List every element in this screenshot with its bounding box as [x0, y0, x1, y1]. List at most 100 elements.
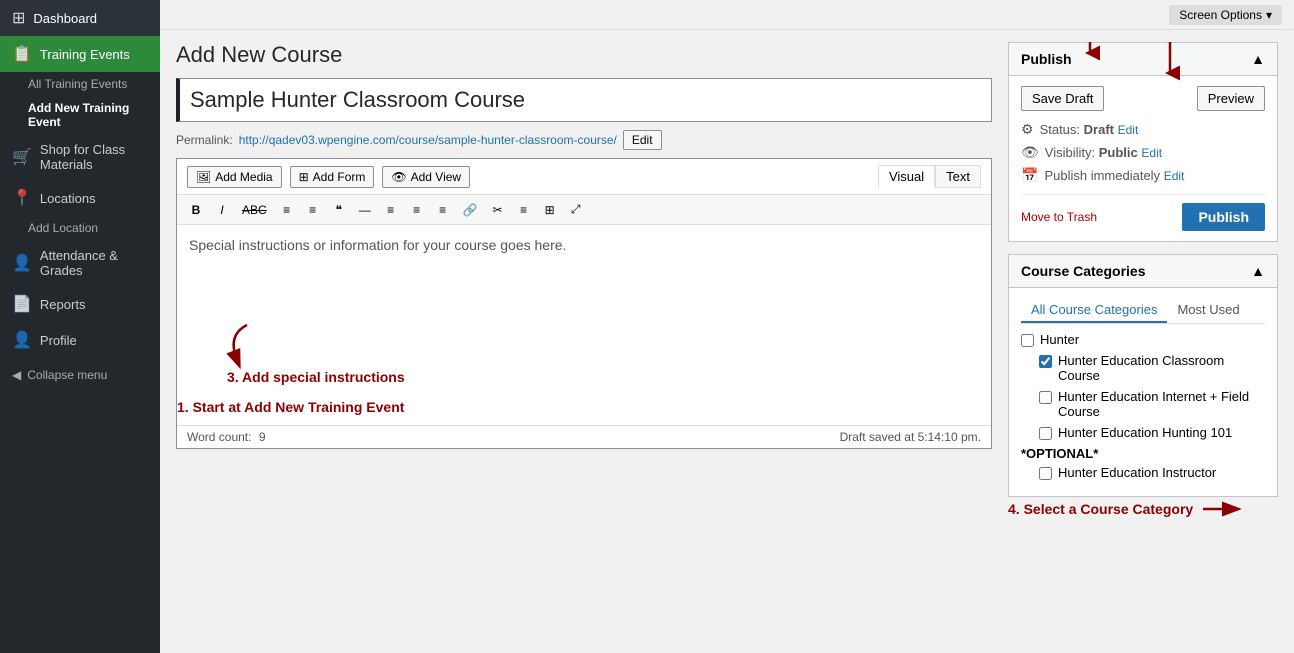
add-view-icon: 👁: [391, 170, 406, 184]
profile-icon: 👤: [12, 330, 32, 350]
blockquote-button[interactable]: ❝: [328, 200, 350, 220]
publish-time-edit-link[interactable]: Edit: [1164, 169, 1185, 183]
sidebar-item-add-new[interactable]: Add New Training Event: [0, 96, 160, 134]
permalink-edit-button[interactable]: Edit: [623, 130, 662, 150]
categories-list: Hunter Hunter Education Classroom Course…: [1021, 332, 1265, 486]
right-panel: 5. Preview 6. Publish: [1008, 42, 1278, 653]
bold-button[interactable]: B: [185, 200, 207, 220]
add-view-button[interactable]: 👁 Add View: [382, 166, 470, 188]
cat-checkbox-classroom[interactable]: [1039, 355, 1052, 368]
dashboard-icon: ⊞: [12, 8, 25, 28]
tab-most-used[interactable]: Most Used: [1167, 298, 1249, 323]
sidebar-item-collapse[interactable]: ◀ Collapse menu: [0, 362, 160, 388]
cat-checkbox-instructor[interactable]: [1039, 467, 1052, 480]
sidebar-label-profile: Profile: [40, 333, 77, 348]
table-button[interactable]: ⊞: [539, 200, 561, 220]
reports-icon: 📄: [12, 294, 32, 314]
attendance-icon: 👤: [12, 253, 32, 273]
page-title: Add New Course: [176, 42, 992, 68]
add-media-label: Add Media: [215, 170, 272, 184]
align-center-button[interactable]: ≡: [406, 200, 428, 220]
editor-header: 🖼 Add Media ⊞ Add Form 👁 Add View Visual…: [177, 159, 991, 195]
visual-text-tabs: Visual Text: [878, 165, 981, 188]
cat-item-internet: Hunter Education Internet + Field Course: [1039, 389, 1265, 419]
course-title-input[interactable]: [180, 79, 991, 121]
add-media-button[interactable]: 🖼 Add Media: [187, 166, 282, 188]
cat-item-hunting101: Hunter Education Hunting 101: [1039, 425, 1265, 440]
word-count-value: 9: [259, 430, 266, 444]
hr-button[interactable]: —: [354, 200, 376, 220]
status-label: Status: Draft Edit: [1040, 122, 1139, 137]
cat-item-instructor: Hunter Education Instructor: [1039, 465, 1265, 480]
sidebar-label-add-location: Add Location: [28, 221, 98, 235]
publish-box-body: Save Draft Preview ⚙ Status: Draft Edit …: [1009, 76, 1277, 241]
toolbar-row: B I ABC ≡ ≡ ❝ — ≡ ≡ ≡ 🔗 ✂ ≡ ⊞ ⤢: [177, 195, 991, 225]
status-edit-link[interactable]: Edit: [1118, 123, 1139, 137]
ul-button[interactable]: ≡: [276, 200, 298, 220]
collapse-publish-icon[interactable]: ▲: [1251, 51, 1265, 67]
cat-checkbox-internet[interactable]: [1039, 391, 1052, 404]
visibility-edit-link[interactable]: Edit: [1141, 146, 1162, 160]
categories-title: Course Categories: [1021, 263, 1145, 279]
annotation-3: 3. Add special instructions: [227, 325, 405, 385]
screen-options-button[interactable]: Screen Options ▾: [1169, 5, 1282, 25]
sidebar-item-all-training-events[interactable]: All Training Events: [0, 72, 160, 96]
tab-visual[interactable]: Visual: [878, 165, 935, 188]
cat-item-hunter: Hunter: [1021, 332, 1265, 347]
cat-tabs: All Course Categories Most Used: [1021, 298, 1265, 324]
publish-box: 5. Preview 6. Publish: [1008, 42, 1278, 242]
visibility-row: 👁 Visibility: Public Edit: [1021, 144, 1265, 161]
cat-label-hunter: Hunter: [1040, 332, 1079, 347]
annotation-1: 1. Start at Add New Training Event: [177, 399, 404, 415]
editor-body[interactable]: Special instructions or information for …: [177, 225, 991, 425]
sidebar: ⊞ Dashboard 📋 Training Events All Traini…: [0, 0, 160, 653]
italic-button[interactable]: I: [211, 200, 233, 220]
align-right-button[interactable]: ≡: [432, 200, 454, 220]
sidebar-item-locations[interactable]: 📍 Locations: [0, 180, 160, 216]
sidebar-label-attendance: Attendance & Grades: [40, 248, 148, 278]
topbar: Screen Options ▾: [160, 0, 1294, 30]
categories-header: Course Categories ▲: [1009, 255, 1277, 288]
collapse-icon: ◀: [12, 368, 21, 382]
sidebar-label-dashboard: Dashboard: [33, 11, 97, 26]
sidebar-item-shop[interactable]: 🛒 Shop for Class Materials: [0, 134, 160, 180]
sidebar-label-collapse: Collapse menu: [27, 368, 107, 382]
tab-text[interactable]: Text: [935, 165, 981, 188]
sidebar-item-training-events[interactable]: 📋 Training Events: [0, 36, 160, 72]
annotation-4: 4. Select a Course Category: [1008, 499, 1278, 519]
permalink-url[interactable]: http://qadev03.wpengine.com/course/sampl…: [239, 133, 617, 147]
insert-button[interactable]: ≡: [513, 200, 535, 220]
fullscreen-button[interactable]: ⤢: [565, 199, 587, 220]
ol-button[interactable]: ≡: [302, 200, 324, 220]
tab-all-categories[interactable]: All Course Categories: [1021, 298, 1167, 323]
move-to-trash-link[interactable]: Move to Trash: [1021, 210, 1097, 224]
cat-label-instructor: Hunter Education Instructor: [1058, 465, 1216, 480]
align-left-button[interactable]: ≡: [380, 200, 402, 220]
title-bar: [176, 78, 992, 122]
link-button[interactable]: 🔗: [458, 200, 483, 220]
training-events-icon: 📋: [12, 44, 32, 64]
optional-label: *OPTIONAL*: [1021, 446, 1265, 461]
word-count-display: Word count: 9: [187, 430, 266, 444]
categories-body: All Course Categories Most Used Hunter H…: [1009, 288, 1277, 496]
sidebar-item-add-location[interactable]: Add Location: [0, 216, 160, 240]
word-count-label: Word count:: [187, 430, 251, 444]
sidebar-item-profile[interactable]: 👤 Profile: [0, 322, 160, 358]
editor-area: 🖼 Add Media ⊞ Add Form 👁 Add View Visual…: [176, 158, 992, 449]
publish-actions-top: Save Draft Preview: [1021, 86, 1265, 111]
save-draft-button[interactable]: Save Draft: [1021, 86, 1104, 111]
add-form-button[interactable]: ⊞ Add Form: [290, 166, 375, 188]
cat-checkbox-hunter[interactable]: [1021, 334, 1034, 347]
unlink-button[interactable]: ✂: [487, 200, 509, 220]
publish-button[interactable]: Publish: [1182, 203, 1265, 231]
status-row: ⚙ Status: Draft Edit: [1021, 121, 1265, 138]
cat-checkbox-hunting101[interactable]: [1039, 427, 1052, 440]
sidebar-label-add-new: Add New Training Event: [28, 101, 129, 129]
collapse-categories-icon[interactable]: ▲: [1251, 263, 1265, 279]
sidebar-item-reports[interactable]: 📄 Reports: [0, 286, 160, 322]
strikethrough-button[interactable]: ABC: [237, 200, 272, 220]
preview-button[interactable]: Preview: [1197, 86, 1265, 111]
sidebar-item-dashboard[interactable]: ⊞ Dashboard: [0, 0, 160, 36]
sidebar-item-attendance[interactable]: 👤 Attendance & Grades: [0, 240, 160, 286]
left-panel: Add New Course 2. Enter the course title: [176, 42, 992, 653]
